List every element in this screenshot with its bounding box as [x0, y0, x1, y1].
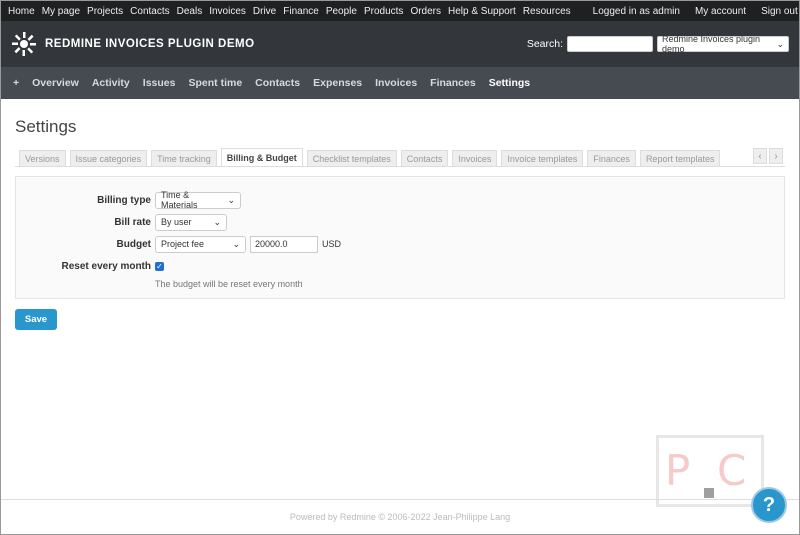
reset-every-month-checkbox[interactable]: ✓	[155, 261, 164, 271]
reset-hint: The budget will be reset every month	[155, 279, 303, 289]
main-menu: + Overview Activity Issues Spent time Co…	[1, 67, 799, 99]
billing-type-value: Time & Materials	[161, 190, 198, 210]
chevron-left-icon[interactable]: ‹	[753, 148, 767, 164]
top-menu-orders[interactable]: Orders	[410, 6, 441, 17]
watermark-logo: P C	[656, 435, 764, 507]
bill-rate-row: Bill rate By user ⌄	[26, 211, 774, 233]
watermark-letter-p: P	[665, 446, 691, 495]
settings-tab-versions[interactable]: Versions	[19, 150, 66, 166]
page-title: Settings	[15, 117, 77, 136]
budget-type-select[interactable]: Project fee ⌄	[155, 235, 246, 253]
bill-rate-value: By user	[161, 217, 192, 227]
tab-activity[interactable]: Activity	[92, 77, 130, 89]
budget-type-value: Project fee	[161, 239, 205, 249]
top-menu-my-page[interactable]: My page	[42, 6, 80, 17]
tab-overview[interactable]: Overview	[32, 77, 79, 89]
settings-tab-time-tracking[interactable]: Time tracking	[151, 150, 217, 166]
chevron-right-icon[interactable]: ›	[769, 148, 783, 164]
logged-in-status: Logged in as admin	[592, 5, 680, 17]
tab-settings[interactable]: Settings	[489, 77, 530, 89]
top-menu-drive[interactable]: Drive	[253, 6, 276, 17]
site-title[interactable]: REDMINE INVOICES PLUGIN DEMO	[45, 38, 255, 50]
top-menu-left: Home My page Projects Contacts Deals Inv…	[8, 6, 578, 17]
top-menu-help-support[interactable]: Help & Support	[448, 6, 516, 17]
tab-expenses[interactable]: Expenses	[313, 77, 362, 89]
settings-tab-checklist-templates[interactable]: Checklist templates	[306, 150, 397, 166]
reset-row: Reset every month ✓	[26, 255, 774, 277]
budget-label: Budget	[116, 238, 151, 250]
tab-spent-time[interactable]: Spent time	[188, 77, 242, 89]
top-menu-contacts[interactable]: Contacts	[130, 6, 169, 17]
search-input[interactable]	[567, 36, 653, 52]
top-menu-invoices[interactable]: Invoices	[209, 6, 246, 17]
billing-type-row: Billing type Time & Materials ⌄	[26, 189, 774, 211]
chevron-down-icon: ⌄	[227, 194, 235, 205]
bill-rate-label: Bill rate	[114, 216, 151, 228]
new-object-button[interactable]: +	[13, 77, 19, 89]
settings-tab-contacts[interactable]: Contacts	[400, 150, 449, 166]
top-menu-people[interactable]: People	[326, 6, 357, 17]
settings-tab-finances[interactable]: Finances	[587, 150, 636, 166]
billing-type-label: Billing type	[97, 194, 151, 206]
search-area: Search: Redmine Invoices plugin demo ⌄	[526, 34, 789, 54]
tab-invoices[interactable]: Invoices	[375, 77, 417, 89]
top-menu-projects[interactable]: Projects	[87, 6, 123, 17]
budget-currency: USD	[322, 239, 342, 249]
settings-tab-invoice-templates[interactable]: Invoice templates	[501, 150, 584, 166]
chevron-down-icon: ⌄	[776, 38, 784, 49]
top-menu-right: Logged in as admin My account Sign out	[578, 6, 798, 17]
budget-amount-input[interactable]: 20000.0	[250, 235, 318, 253]
top-menu: Home My page Projects Contacts Deals Inv…	[1, 1, 799, 21]
budget-row: Budget Project fee ⌄ 20000.0 USD	[26, 233, 774, 255]
top-menu-resources[interactable]: Resources	[523, 6, 571, 17]
my-account-link[interactable]: My account	[695, 6, 746, 17]
watermark-letter-c: C	[717, 446, 747, 495]
chevron-down-icon: ⌄	[232, 238, 240, 249]
top-menu-finance[interactable]: Finance	[283, 6, 319, 17]
tab-finances[interactable]: Finances	[430, 77, 476, 89]
billing-type-select[interactable]: Time & Materials ⌄	[155, 190, 241, 210]
settings-tabs: Versions Issue categories Time tracking …	[15, 148, 785, 167]
settings-tab-invoices[interactable]: Invoices	[452, 150, 498, 166]
top-menu-home[interactable]: Home	[8, 6, 35, 17]
tab-scroll-nav: ‹ ›	[753, 148, 783, 164]
bill-rate-select[interactable]: By user ⌄	[155, 213, 227, 231]
settings-tab-report-templates[interactable]: Report templates	[639, 150, 721, 166]
content: Settings Versions Issue categories Time …	[1, 99, 799, 330]
redmine-logo-icon	[11, 31, 37, 57]
billing-settings-box: Billing type Time & Materials ⌄ Bill rat…	[15, 176, 785, 299]
chevron-down-icon: ⌄	[213, 216, 221, 227]
footer: Powered by Redmine © 2006-2022 Jean-Phil…	[1, 499, 799, 534]
help-button[interactable]: ?	[751, 487, 787, 523]
search-label: Search:	[526, 38, 563, 50]
sign-out-link[interactable]: Sign out	[761, 6, 798, 17]
project-jump-value: Redmine Invoices plugin demo	[662, 34, 761, 54]
top-menu-products[interactable]: Products	[364, 6, 403, 17]
reset-every-month-label: Reset every month	[61, 260, 151, 272]
tab-issues[interactable]: Issues	[143, 77, 176, 89]
watermark-square	[704, 488, 714, 498]
tab-contacts[interactable]: Contacts	[255, 77, 300, 89]
settings-tab-issue-categories[interactable]: Issue categories	[69, 150, 148, 166]
header: REDMINE INVOICES PLUGIN DEMO Search: Red…	[1, 21, 799, 67]
footer-text: Powered by Redmine © 2006-2022 Jean-Phil…	[289, 512, 511, 522]
top-menu-deals[interactable]: Deals	[177, 6, 203, 17]
save-button[interactable]: Save	[15, 309, 57, 330]
project-jump-select[interactable]: Redmine Invoices plugin demo ⌄	[657, 34, 789, 54]
settings-tab-billing-budget[interactable]: Billing & Budget	[220, 148, 303, 166]
